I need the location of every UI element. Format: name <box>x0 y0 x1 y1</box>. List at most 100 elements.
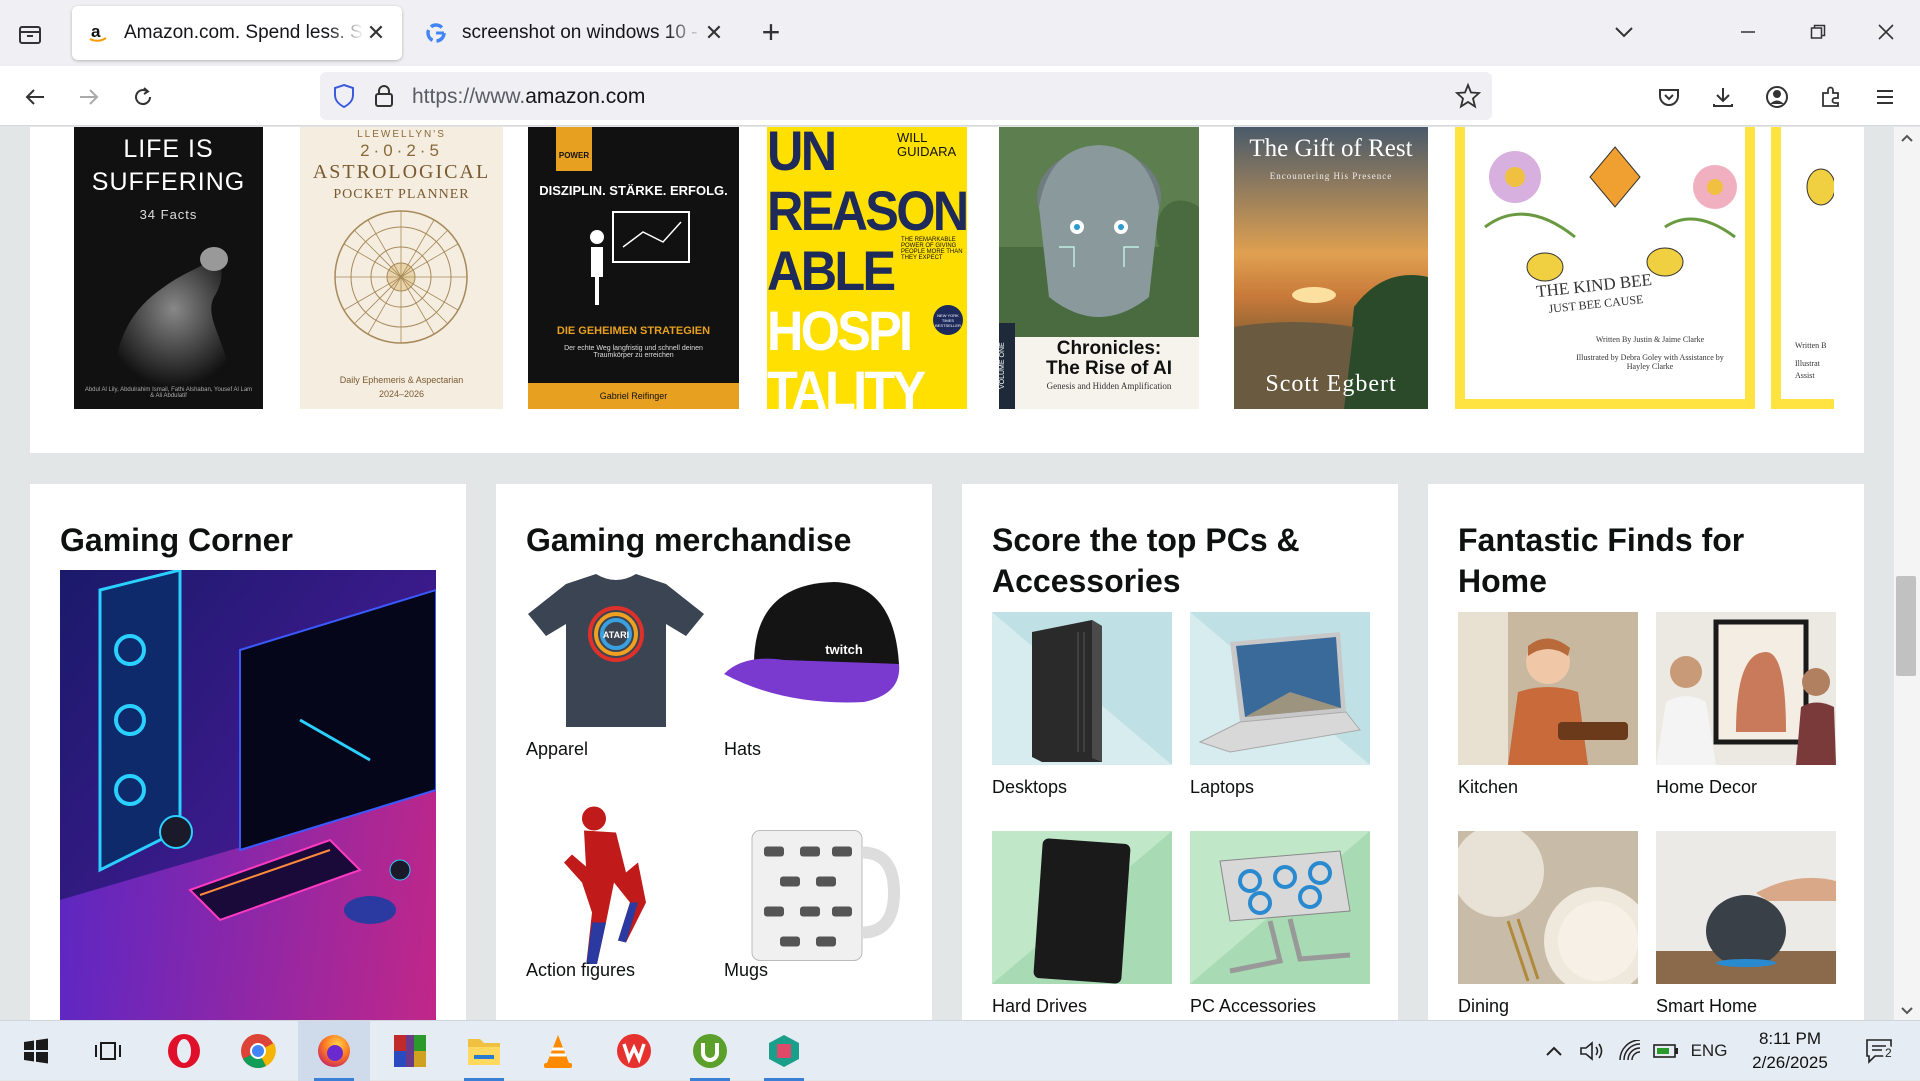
lock-icon[interactable] <box>370 82 398 110</box>
book-kind-bee[interactable]: THE KIND BEE JUST BEE CAUSE Written By J… <box>1455 127 1755 409</box>
card-title[interactable]: Gaming Corner <box>60 520 440 561</box>
tile-laptops[interactable]: Laptops <box>1190 612 1370 798</box>
back-button[interactable] <box>18 80 52 114</box>
chevron-up-icon <box>1546 1046 1562 1056</box>
tshirt-image: ATARI <box>528 574 704 727</box>
language-indicator[interactable]: ENG <box>1688 1037 1730 1065</box>
tile-pc-accessories[interactable]: PC Accessories <box>1190 831 1370 1017</box>
page-scrollbar[interactable] <box>1894 127 1920 1020</box>
restore-button[interactable] <box>1798 14 1838 50</box>
opera-icon <box>168 1034 200 1068</box>
card-title[interactable]: Gaming merchandise <box>526 520 906 561</box>
firefox-icon <box>318 1035 350 1067</box>
menu-button[interactable] <box>1868 80 1902 114</box>
tab-list-button[interactable] <box>14 18 46 50</box>
card-title[interactable]: Score the top PCs & Accessories <box>992 520 1372 602</box>
windows-taskbar: ENG 8:11 PM 2/26/2025 2 <box>0 1020 1920 1081</box>
book-footer: Daily Ephemeris & Aspectarian <box>339 375 464 385</box>
scroll-down-icon[interactable] <box>1900 1006 1914 1016</box>
tile-hats[interactable]: twitch Hats <box>724 574 904 760</box>
downloads-button[interactable] <box>1706 80 1740 114</box>
tile-label: Hats <box>724 739 762 759</box>
bookmark-star-icon[interactable] <box>1454 82 1482 110</box>
tile-label: Action figures <box>526 960 636 980</box>
close-tab-icon[interactable]: ✕ <box>364 20 388 45</box>
book-chronicles-rise-of-ai[interactable]: VOLUME ONE Chronicles: The Rise of AI Ge… <box>999 127 1199 409</box>
chrome-app[interactable] <box>222 1021 294 1081</box>
hat-image: twitch <box>724 582 900 703</box>
card-home-finds: Fantastic Finds for Home Kitchen Home De… <box>1428 484 1864 1020</box>
battery-button[interactable] <box>1652 1037 1680 1065</box>
account-button[interactable] <box>1760 80 1794 114</box>
card-top-pcs: Score the top PCs & Accessories Desktops… <box>962 484 1398 1020</box>
shield-icon[interactable] <box>330 82 358 110</box>
card-title[interactable]: Fantastic Finds for Home <box>1458 520 1838 602</box>
book-disziplin[interactable]: POWER DISZIPLIN. STÄRKE. ERFOLG. DIE GEH… <box>528 127 739 409</box>
action-center-button[interactable]: 2 <box>1860 1037 1900 1065</box>
zodiac-wheel-illustration <box>334 210 468 344</box>
tile-smart-home[interactable]: Smart Home <box>1656 831 1836 1017</box>
book-subtitle: 34 Facts <box>139 207 198 222</box>
tab-amazon[interactable]: a Amazon.com. Spend less. Smile more. ✕ <box>72 6 402 60</box>
new-tab-button[interactable]: + <box>756 16 786 48</box>
shirt-text: ATARI <box>603 630 629 640</box>
tile-desktops[interactable]: Desktops <box>992 612 1172 798</box>
tile-apparel[interactable]: ATARI Apparel <box>526 574 706 760</box>
address-bar[interactable]: https://www.amazon.com <box>320 72 1492 120</box>
minimize-button[interactable] <box>1728 14 1768 50</box>
page-viewport: LIFE IS SUFFERING 34 Facts Abdul Al Lily… <box>0 127 1920 1020</box>
amazon-icon: a <box>86 21 110 45</box>
scrollbar-thumb[interactable] <box>1896 576 1916 676</box>
tile-hard-drives[interactable]: Hard Drives <box>992 831 1172 1017</box>
wifi-icon <box>1619 1040 1641 1061</box>
hard-drive-image <box>992 831 1172 984</box>
vlc-app[interactable] <box>522 1021 594 1081</box>
show-hidden-icons-button[interactable] <box>1540 1037 1568 1065</box>
reload-button[interactable] <box>126 80 160 114</box>
firefox-app[interactable] <box>298 1021 370 1081</box>
start-button[interactable] <box>0 1021 72 1081</box>
green-app[interactable] <box>748 1021 820 1081</box>
book-title: Chronicles: <box>1056 338 1162 359</box>
extensions-button[interactable] <box>1814 80 1848 114</box>
network-button[interactable] <box>1616 1037 1644 1065</box>
whiteboard-illustration <box>590 211 690 305</box>
gaming-setup-image[interactable] <box>60 570 436 1020</box>
book-partial[interactable]: Written B Illustrat Assist <box>1771 127 1834 409</box>
scroll-up-icon[interactable] <box>1900 133 1914 143</box>
utorrent-app[interactable] <box>674 1021 746 1081</box>
task-view-icon <box>95 1042 121 1060</box>
list-all-tabs-button[interactable] <box>1604 14 1644 50</box>
forward-button[interactable] <box>72 80 106 114</box>
tab-google[interactable]: screenshot on windows 10 - Google Search… <box>410 6 740 60</box>
close-window-button[interactable] <box>1866 14 1906 50</box>
book-life-is-suffering[interactable]: LIFE IS SUFFERING 34 Facts Abdul Al Lily… <box>74 127 263 409</box>
tile-home-decor[interactable]: Home Decor <box>1656 612 1836 798</box>
kneeling-man-illustration <box>114 247 234 387</box>
url-text[interactable]: https://www.amazon.com <box>412 85 645 109</box>
winrar-app[interactable] <box>374 1021 446 1081</box>
book-gift-of-rest[interactable]: The Gift of Rest Encountering His Presen… <box>1234 127 1428 409</box>
volume-button[interactable] <box>1578 1037 1606 1065</box>
clock[interactable]: 8:11 PM 2/26/2025 <box>1730 1027 1850 1075</box>
tile-action-figures[interactable]: Action figures <box>526 794 706 981</box>
book-year: 2·0·2·5 <box>360 141 443 160</box>
minimize-icon <box>1741 31 1755 33</box>
file-explorer-app[interactable] <box>448 1021 520 1081</box>
task-view-button[interactable] <box>72 1021 144 1081</box>
action-figure-image <box>564 806 646 964</box>
opera-app[interactable] <box>148 1021 220 1081</box>
wps-office-app[interactable] <box>598 1021 670 1081</box>
tile-kitchen[interactable]: Kitchen <box>1458 612 1638 798</box>
svg-text:a: a <box>91 22 101 41</box>
ai-statue-illustration <box>999 127 1199 337</box>
tile-mugs[interactable]: Mugs <box>724 794 904 981</box>
pocket-button[interactable] <box>1652 80 1686 114</box>
close-tab-icon[interactable]: ✕ <box>702 20 726 45</box>
book-astrological-planner[interactable]: LLEWELLYN'S 2·0·2·5 ASTROLOGICAL POCKET … <box>300 127 503 409</box>
tile-label: Smart Home <box>1656 996 1758 1016</box>
book-unreasonable-hospitality[interactable]: WILL GUIDARA UN REASON ABLE HOSPI TALITY… <box>767 127 967 409</box>
windows-icon <box>24 1038 48 1064</box>
tile-dining[interactable]: Dining <box>1458 831 1638 1017</box>
tile-label: Kitchen <box>1458 777 1519 797</box>
